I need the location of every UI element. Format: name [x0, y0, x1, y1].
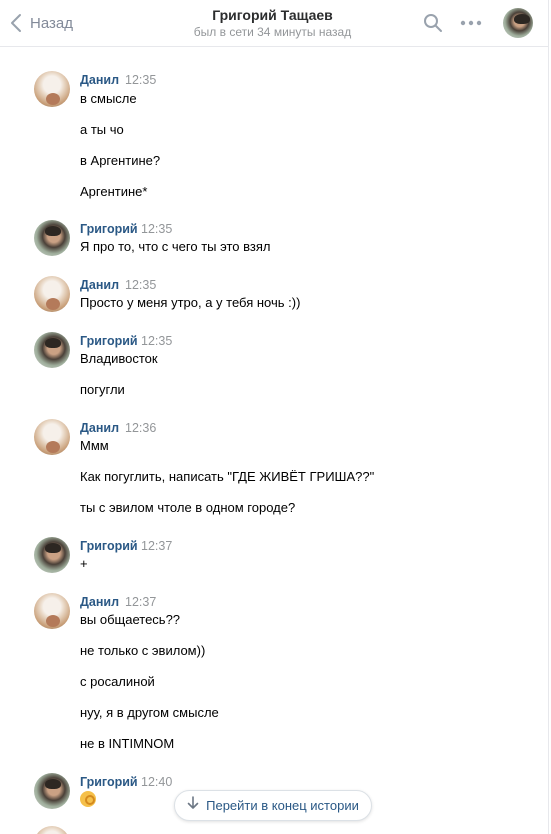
jump-to-end-button[interactable]: Перейти в конец истории	[174, 790, 372, 821]
peer-info[interactable]: Григорий Тащаев был в сети 34 минуты наз…	[160, 6, 385, 40]
message-author[interactable]: Данил	[80, 278, 119, 293]
message-text: Я про то, что с чего ты это взял	[80, 239, 271, 254]
message-text: не в INTIMNOM	[80, 736, 175, 751]
message-time[interactable]: 12:36	[125, 421, 156, 436]
clipped-avatar	[34, 826, 70, 834]
avatar[interactable]	[34, 276, 70, 312]
back-label: Назад	[30, 14, 73, 32]
message-author[interactable]: Григорий	[80, 334, 138, 349]
peer-status: был в сети 34 минуты назад	[193, 25, 352, 39]
jump-to-end-label: Перейти в конец истории	[206, 798, 359, 813]
message-author[interactable]: Григорий	[80, 775, 138, 790]
avatar[interactable]	[34, 71, 70, 107]
avatar[interactable]	[34, 220, 70, 256]
message-time[interactable]: 12:35	[141, 222, 172, 237]
peer-avatar[interactable]	[503, 8, 533, 38]
ok-hand-emoji	[80, 791, 96, 807]
message-text: Аргентине*	[80, 184, 148, 199]
avatar[interactable]	[34, 773, 70, 809]
message-author[interactable]: Данил	[80, 421, 119, 436]
back-button[interactable]: Назад	[10, 12, 73, 34]
message-time[interactable]: 12:37	[125, 595, 156, 610]
message-time[interactable]: 12:37	[141, 539, 172, 554]
chat-window: Назад Григорий Тащаев был в сети 34 мину…	[0, 0, 549, 834]
message-text: а ты чо	[80, 122, 124, 137]
message-time[interactable]: 12:35	[141, 334, 172, 349]
chevron-left-icon	[10, 13, 22, 33]
message-author[interactable]: Григорий	[80, 222, 138, 237]
message-text: Просто у меня утро, а у тебя ночь :))	[80, 295, 301, 310]
message-text: вы общаетесь??	[80, 612, 181, 627]
chat-header: Назад Григорий Тащаев был в сети 34 мину…	[0, 0, 548, 47]
message-time[interactable]: 12:35	[125, 73, 156, 88]
message-author[interactable]: Григорий	[80, 539, 138, 554]
message-text: Владивосток	[80, 351, 158, 366]
message-author[interactable]: Данил	[80, 73, 119, 88]
more-dots-icon[interactable]	[460, 14, 482, 32]
message-text: нуу, я в другом смысле	[80, 705, 219, 720]
message-text: в смысле	[80, 91, 137, 106]
search-icon[interactable]	[423, 13, 443, 33]
message-text: Ммм	[80, 438, 109, 453]
message-time[interactable]: 12:40	[141, 775, 172, 790]
avatar[interactable]	[34, 593, 70, 629]
message-text: ты с эвилом чтоле в одном городе?	[80, 500, 296, 515]
message-text: Как погуглить, написать "ГДЕ ЖИВЁТ ГРИША…	[80, 469, 375, 484]
message-text: +	[80, 556, 88, 571]
avatar[interactable]	[34, 332, 70, 368]
message-text: погугли	[80, 382, 125, 397]
message-text: в Аргентине?	[80, 153, 161, 168]
avatar[interactable]	[34, 419, 70, 455]
peer-name: Григорий Тащаев	[212, 7, 333, 23]
message-text: не только с эвилом))	[80, 643, 206, 658]
message-author[interactable]: Данил	[80, 595, 119, 610]
message-text: с росалиной	[80, 674, 155, 689]
message-time[interactable]: 12:35	[125, 278, 156, 293]
avatar[interactable]	[34, 537, 70, 573]
arrow-down-icon	[187, 796, 199, 815]
